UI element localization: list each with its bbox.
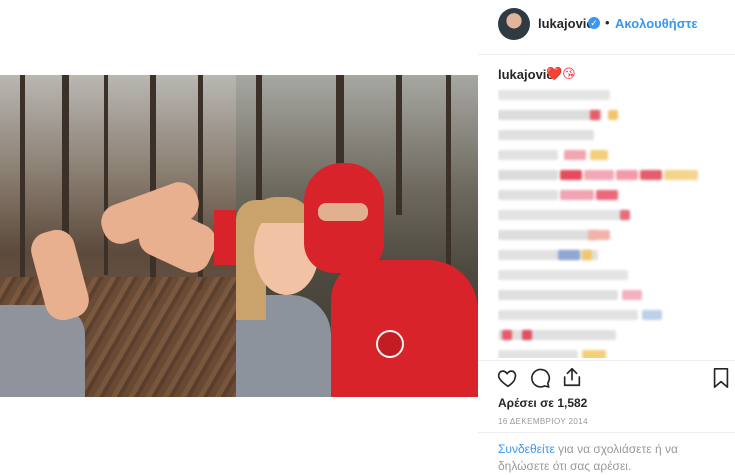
blurred-comments — [498, 88, 720, 358]
share-icon[interactable] — [561, 366, 583, 388]
post-image[interactable] — [0, 75, 478, 397]
likes-count[interactable]: Αρέσει σε 1,582 — [498, 396, 587, 410]
caption-text: ❤️😘 — [546, 66, 576, 81]
selfie-photo — [236, 75, 478, 397]
bookmark-icon[interactable] — [711, 367, 731, 389]
login-link[interactable]: Συνδεθείτε — [498, 442, 555, 456]
follow-button[interactable]: Ακολουθήστε — [615, 16, 698, 31]
post-header: lukajovic ✓ • Ακολουθήστε — [478, 0, 735, 55]
heart-icon[interactable] — [497, 367, 519, 389]
avatar[interactable] — [498, 8, 530, 40]
divider — [478, 432, 735, 433]
comment-icon[interactable] — [529, 367, 551, 389]
verified-check-icon: ✓ — [588, 17, 600, 29]
post-date[interactable]: 16 ΔΕΚΕΜΒΡΙΟΥ 2014 — [498, 417, 588, 426]
separator-dot: • — [605, 15, 610, 30]
username-link[interactable]: lukajovic — [538, 16, 594, 31]
forest-heart-hands-photo — [0, 75, 236, 397]
login-prompt: Συνδεθείτε για να σχολιάσετε ή να δηλώσε… — [498, 441, 720, 475]
divider — [478, 360, 735, 361]
